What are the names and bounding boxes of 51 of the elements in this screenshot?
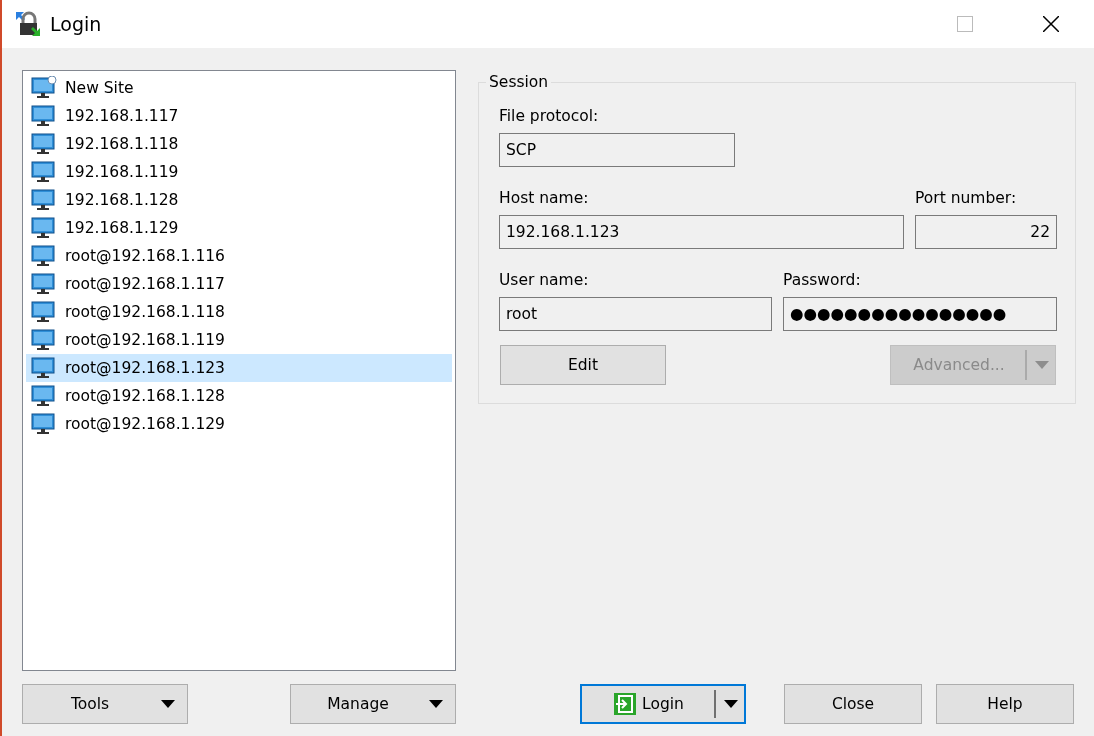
caret-icon: [429, 700, 443, 708]
close-icon: [1043, 16, 1059, 32]
monitor-icon: [31, 328, 57, 352]
input-field[interactable]: root: [499, 297, 772, 331]
site-item[interactable]: 192.168.1.129: [26, 214, 452, 242]
monitor-icon: [31, 300, 57, 324]
field-label: Port number:: [915, 189, 1018, 209]
window-title: Login: [50, 13, 103, 35]
field-label: Host name:: [499, 189, 590, 209]
edit-button[interactable]: Edit: [500, 345, 666, 385]
monitor-icon: [31, 132, 57, 156]
dialog-button[interactable]: Help: [936, 684, 1074, 724]
maximize-icon: [957, 16, 973, 32]
new-site-icon: [31, 76, 57, 100]
monitor-icon: [31, 104, 57, 128]
site-item[interactable]: root@192.168.1.123: [26, 354, 452, 382]
input-field[interactable]: SCP: [499, 133, 735, 167]
field-label: File protocol:: [499, 107, 600, 127]
padlock-icon: [14, 10, 42, 38]
site-item[interactable]: root@192.168.1.118: [26, 298, 452, 326]
monitor-icon: [31, 188, 57, 212]
site-item[interactable]: 192.168.1.119: [26, 158, 452, 186]
enter-icon: [614, 693, 637, 715]
monitor-icon: [31, 356, 57, 380]
dropdown-button[interactable]: Tools: [22, 684, 188, 724]
site-item[interactable]: root@192.168.1.128: [26, 382, 452, 410]
dropdown-button[interactable]: Manage: [290, 684, 456, 724]
site-item[interactable]: root@192.168.1.117: [26, 270, 452, 298]
monitor-icon: [31, 160, 57, 184]
input-field[interactable]: ●●●●●●●●●●●●●●●●: [783, 297, 1057, 331]
site-item[interactable]: New Site: [26, 74, 452, 102]
site-item[interactable]: root@192.168.1.116: [26, 242, 452, 270]
field-label: User name:: [499, 271, 590, 291]
site-item[interactable]: 192.168.1.117: [26, 102, 452, 130]
site-item[interactable]: root@192.168.1.119: [26, 326, 452, 354]
dialog-button[interactable]: Close: [784, 684, 922, 724]
field-label: Password:: [783, 271, 862, 291]
monitor-icon: [31, 244, 57, 268]
monitor-icon: [31, 412, 57, 436]
input-field[interactable]: 22: [915, 215, 1057, 249]
monitor-icon: [31, 216, 57, 240]
caret-icon: [724, 700, 738, 708]
caret-icon: [161, 700, 175, 708]
site-item[interactable]: 192.168.1.128: [26, 186, 452, 214]
monitor-icon: [31, 272, 57, 296]
monitor-icon: [31, 384, 57, 408]
caret-icon: [1035, 361, 1049, 369]
login-button[interactable]: Login: [580, 684, 746, 724]
site-item[interactable]: 192.168.1.118: [26, 130, 452, 158]
site-item[interactable]: root@192.168.1.129: [26, 410, 452, 438]
input-field[interactable]: 192.168.1.123: [499, 215, 904, 249]
